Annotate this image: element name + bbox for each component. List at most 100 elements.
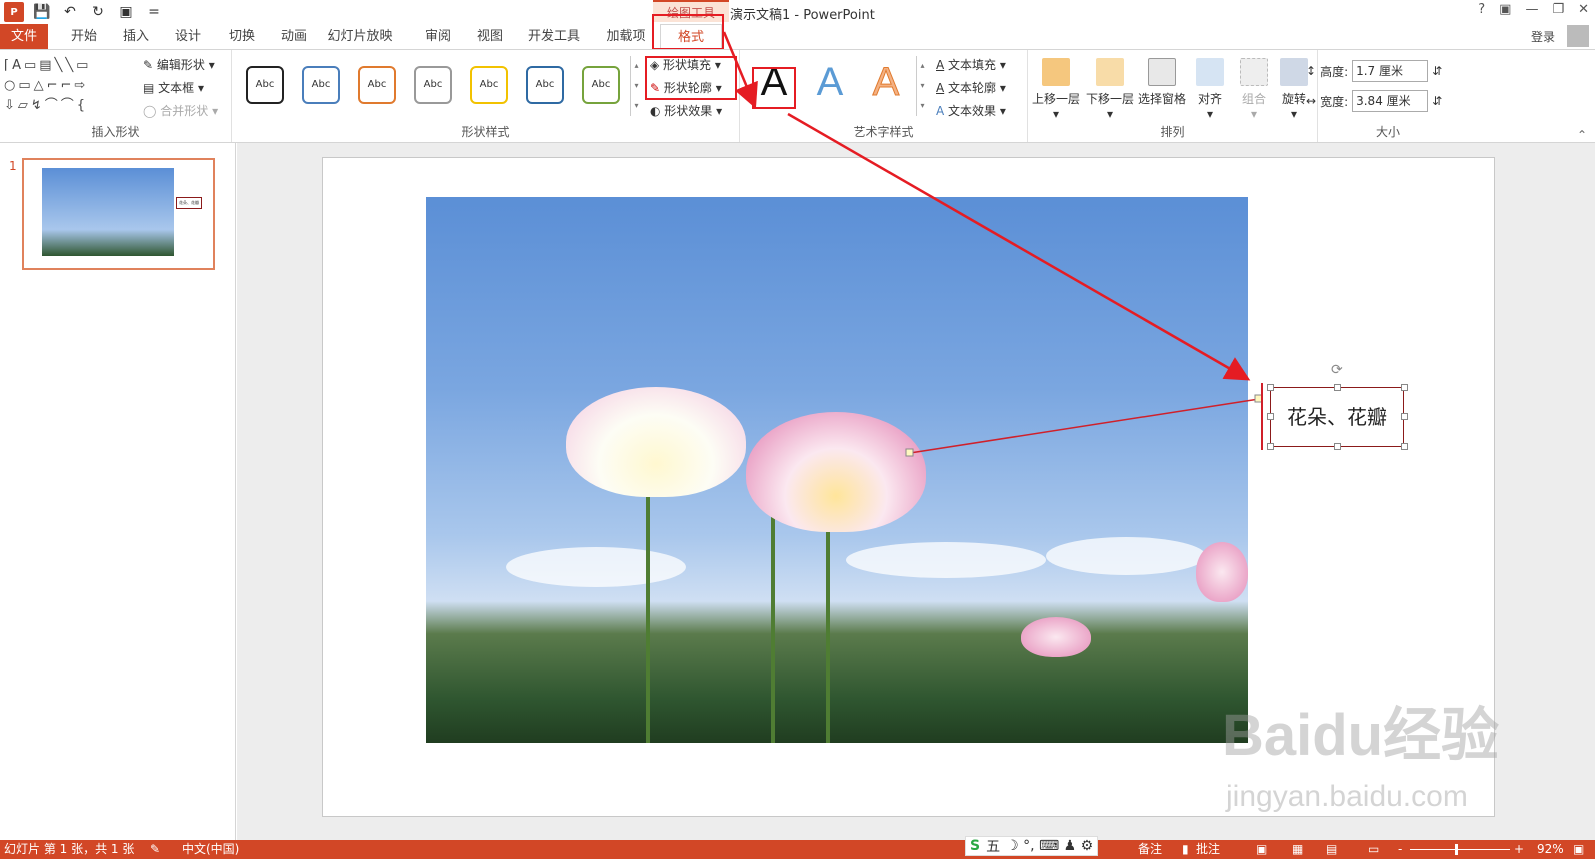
wordart-style-blue[interactable]: A (808, 58, 852, 106)
shape-gallery[interactable]: ⌈A▭▤╲╲▭ ○▭△⌐⌐⇨ ⇩▱↯⌒⌒{ (4, 56, 134, 116)
normal-view-icon[interactable]: ▣ (1256, 840, 1267, 859)
group-button[interactable]: 组合 ▾ (1234, 58, 1274, 121)
height-input[interactable]: 1.7 厘米 (1352, 60, 1429, 82)
notes-button[interactable]: 备注 (1138, 840, 1162, 859)
align-button[interactable]: 对齐 ▾ (1192, 58, 1228, 121)
width-input[interactable]: 3.84 厘米 (1352, 90, 1429, 112)
zoom-in-button[interactable]: + (1514, 840, 1524, 859)
presentation-start-icon[interactable]: ▣ (116, 2, 136, 22)
shape-effects-icon: ◐ (650, 104, 665, 118)
comments-icon: ▮ (1182, 842, 1189, 856)
tab-review[interactable]: 审阅 (418, 24, 458, 49)
tab-insert[interactable]: 插入 (116, 24, 156, 49)
lotus-stem (771, 517, 775, 743)
close-icon[interactable]: ✕ (1578, 2, 1589, 17)
zoom-level[interactable]: 92% (1537, 840, 1564, 859)
sogou-logo-icon[interactable]: S (970, 838, 980, 854)
avatar[interactable] (1567, 25, 1589, 47)
tab-design[interactable]: 设计 (168, 24, 208, 49)
baidu-watermark: Baidu经验 (1222, 703, 1500, 768)
tab-view[interactable]: 视图 (470, 24, 510, 49)
shape-style-1[interactable]: Abc (246, 66, 284, 104)
tab-home[interactable]: 开始 (64, 24, 104, 49)
textbox-button[interactable]: ▤ 文本框 ▾ (143, 79, 204, 96)
ribbon-display-icon[interactable]: ▣ (1499, 2, 1511, 17)
edit-shape-button[interactable]: ✎ 编辑形状 ▾ (143, 56, 215, 73)
shape-style-7[interactable]: Abc (582, 66, 620, 104)
resize-handle-sw[interactable] (1267, 443, 1274, 450)
shape-style-4[interactable]: Abc (414, 66, 452, 104)
rotate-handle-icon[interactable]: ⟳ (1331, 362, 1343, 378)
resize-handle-w[interactable] (1267, 413, 1274, 420)
width-row: ↔ 宽度: 3.84 厘米 ⇵ (1306, 90, 1442, 112)
bring-forward-icon (1042, 58, 1070, 86)
send-backward-button[interactable]: 下移一层 ▾ (1084, 58, 1136, 121)
redo-icon[interactable]: ↻ (88, 2, 108, 22)
save-icon[interactable]: 💾 (32, 2, 52, 22)
resize-handle-se[interactable] (1401, 443, 1408, 450)
text-fill-button[interactable]: A 文本填充 ▾ (936, 56, 1006, 73)
resize-handle-nw[interactable] (1267, 384, 1274, 391)
resize-handle-s[interactable] (1334, 443, 1341, 450)
width-label: 宽度: (1320, 94, 1349, 109)
shape-style-2[interactable]: Abc (302, 66, 340, 104)
resize-handle-ne[interactable] (1401, 384, 1408, 391)
ribbon-tabs: 文件 开始 插入 设计 切换 动画 幻灯片放映 审阅 视图 开发工具 加载项 格… (0, 24, 1595, 49)
ime-mode[interactable]: 五 (986, 836, 1000, 856)
reading-view-icon[interactable]: ▤ (1326, 840, 1337, 859)
tab-slideshow[interactable]: 幻灯片放映 (325, 24, 395, 49)
bring-forward-button[interactable]: 上移一层 ▾ (1030, 58, 1082, 121)
language-indicator[interactable]: 中文(中国) (182, 840, 239, 859)
text-outline-button[interactable]: A 文本轮廓 ▾ (936, 79, 1006, 96)
tab-addins[interactable]: 加载项 (600, 24, 652, 49)
group-label-insert-shapes: 插入形状 (91, 125, 140, 139)
window-controls: ? ▣ — ❐ ✕ (1478, 2, 1589, 17)
selection-pane-button[interactable]: 选择窗格 (1136, 58, 1188, 107)
send-backward-icon (1096, 58, 1124, 86)
text-effects-button[interactable]: A 文本效果 ▾ (936, 102, 1006, 119)
tab-transitions[interactable]: 切换 (222, 24, 262, 49)
slide-number: 1 (9, 159, 17, 173)
qat-customize-icon[interactable]: = (144, 2, 164, 22)
tab-animations[interactable]: 动画 (274, 24, 314, 49)
shape-style-6[interactable]: Abc (526, 66, 564, 104)
lotus-flower-pink (746, 412, 926, 532)
zoom-out-button[interactable]: - (1398, 840, 1402, 859)
shape-style-3[interactable]: Abc (358, 66, 396, 104)
text-fill-icon: A (936, 58, 945, 72)
merge-shapes-button[interactable]: ◯ 合并形状 ▾ (143, 102, 218, 119)
tab-file[interactable]: 文件 (0, 24, 48, 49)
minimize-icon[interactable]: — (1525, 2, 1538, 17)
height-spinner-icon[interactable]: ⇵ (1432, 64, 1442, 78)
resize-handle-n[interactable] (1334, 384, 1341, 391)
shape-style-5[interactable]: Abc (470, 66, 508, 104)
lotus-photo[interactable] (426, 197, 1248, 743)
spellcheck-icon[interactable]: ✎ (150, 840, 160, 859)
lotus-flower-white (566, 387, 746, 497)
selected-text-box[interactable]: 花朵、花瓣 (1270, 387, 1404, 447)
fit-slide-icon[interactable]: ▣ (1573, 840, 1584, 859)
width-spinner-icon[interactable]: ⇵ (1432, 94, 1442, 108)
slideshow-view-icon[interactable]: ▭ (1368, 840, 1379, 859)
slide-sorter-icon[interactable]: ▦ (1292, 840, 1303, 859)
resize-handle-e[interactable] (1401, 413, 1408, 420)
help-icon[interactable]: ? (1478, 2, 1485, 17)
zoom-slider-thumb[interactable] (1455, 844, 1458, 855)
cloud (506, 547, 686, 587)
comments-button[interactable]: 批注 (1196, 840, 1220, 859)
zoom-slider-track[interactable] (1410, 849, 1510, 850)
shape-style-gallery-scroll[interactable]: ▴ ▾ ▾ (630, 56, 642, 116)
tab-developer[interactable]: 开发工具 (523, 24, 585, 49)
undo-icon[interactable]: ↶ (60, 2, 80, 22)
shape-effects-button[interactable]: ◐ 形状效果 ▾ (650, 102, 722, 119)
lotus-flower-small (1021, 617, 1091, 657)
wordart-gallery-scroll[interactable]: ▴ ▾ ▾ (916, 56, 928, 116)
wordart-style-orange[interactable]: A (864, 58, 908, 106)
ime-tool-icons[interactable]: ☽ °, ⌨ ♟ ⚙ (1006, 838, 1093, 854)
collapse-ribbon-icon[interactable]: ⌃ (1577, 128, 1587, 142)
restore-icon[interactable]: ❐ (1552, 2, 1564, 17)
login-link[interactable]: 登录 (1531, 28, 1555, 45)
group-label-arrange: 排列 (1160, 125, 1185, 139)
textbox-icon: ▤ (143, 81, 159, 95)
slide-thumbnail[interactable]: 花朵、花瓣 (22, 158, 215, 270)
